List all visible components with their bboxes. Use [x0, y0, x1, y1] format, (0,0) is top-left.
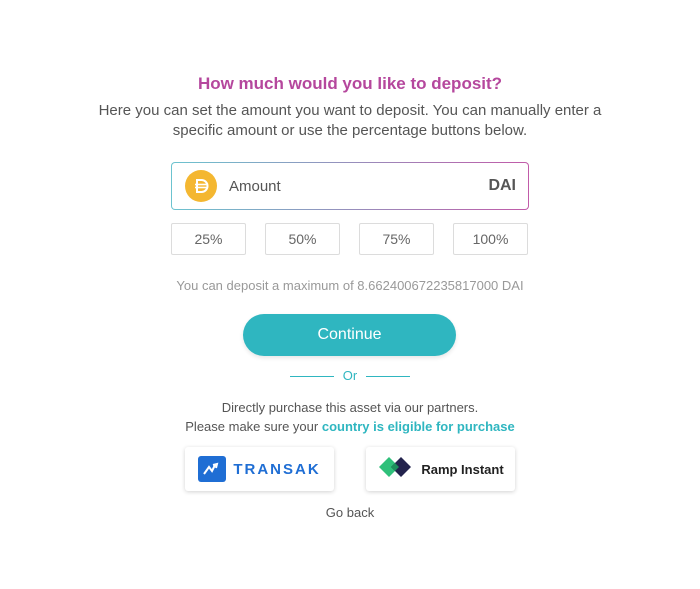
deposit-title: How much would you like to deposit?	[197, 74, 503, 93]
ramp-instant-button[interactable]: Ramp Instant	[366, 447, 515, 491]
partners-info: Directly purchase this asset via our par…	[0, 398, 700, 436]
transak-label: TRANSAK	[233, 460, 321, 478]
go-back-link[interactable]: Go back	[0, 505, 700, 520]
percent-75-button[interactable]: 75%	[359, 223, 434, 255]
or-label: Or	[342, 368, 358, 383]
percent-50-button[interactable]: 50%	[265, 223, 340, 255]
divider-line-right	[366, 376, 410, 377]
transak-logo-icon	[198, 456, 227, 482]
max-deposit-note: You can deposit a maximum of 8.662400672…	[176, 278, 524, 293]
continue-button[interactable]: Continue	[243, 314, 456, 356]
percent-100-button[interactable]: 100%	[453, 223, 528, 255]
country-eligibility-link[interactable]: country is eligible for purchase	[322, 419, 515, 434]
amount-input-field[interactable]: Amount DAI	[171, 162, 529, 210]
percent-25-button[interactable]: 25%	[171, 223, 246, 255]
or-divider: Or	[0, 368, 700, 386]
percentage-buttons: 25% 50% 75% 100%	[171, 223, 529, 255]
deposit-subtitle: Here you can set the amount you want to …	[98, 102, 602, 139]
amount-placeholder[interactable]: Amount	[229, 178, 488, 195]
dai-coin-icon	[185, 170, 217, 202]
currency-label: DAI	[488, 177, 516, 194]
transak-button[interactable]: TRANSAK	[185, 447, 334, 491]
ramp-logo-icon	[377, 455, 415, 484]
partners-line-2-prefix: Please make sure your	[185, 419, 322, 434]
partners-line-1: Directly purchase this asset via our par…	[221, 400, 479, 415]
partners-line-2: Please make sure your country is eligibl…	[0, 417, 700, 436]
ramp-instant-label: Ramp Instant	[421, 461, 504, 477]
